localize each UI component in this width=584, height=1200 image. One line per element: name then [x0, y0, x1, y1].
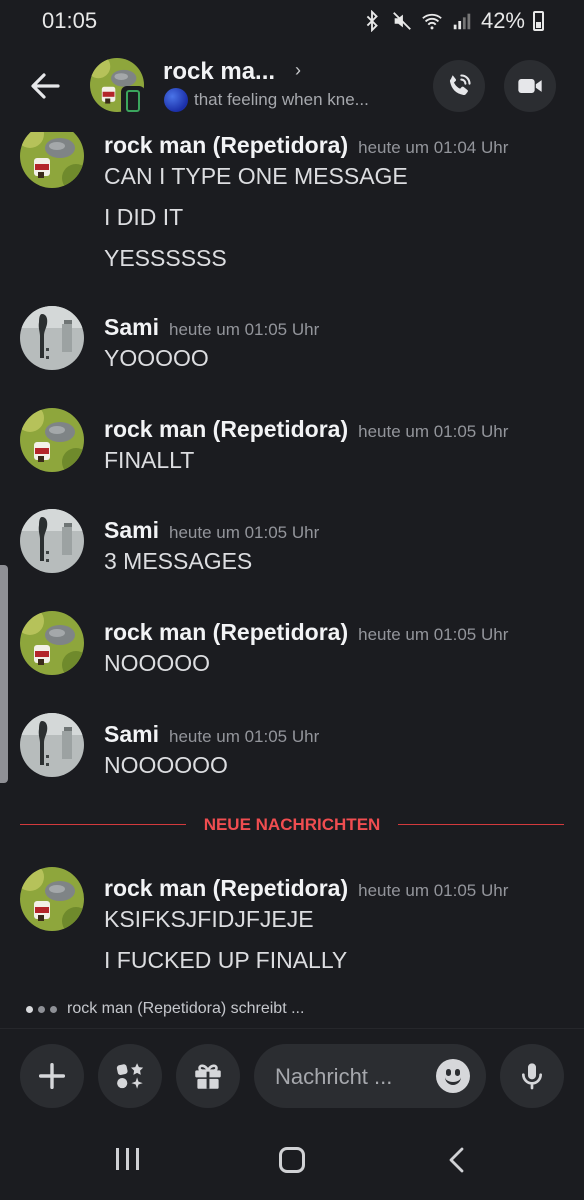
message-text: 3 MESSAGES — [104, 548, 253, 574]
attach-button[interactable] — [20, 1044, 84, 1108]
rock-avatar-image — [20, 132, 84, 188]
message-text: KSIFKSJFIDJFJEJE — [104, 906, 314, 932]
message-timestamp: heute um 01:05 Uhr — [358, 625, 509, 644]
custom-status: that feeling when kne... — [164, 88, 369, 112]
status-emoji-icon — [164, 88, 188, 112]
rock-avatar-image — [20, 611, 84, 675]
avatar[interactable] — [20, 713, 84, 777]
author-name[interactable]: Sami — [104, 314, 159, 340]
message-text: YOOOOO — [104, 345, 209, 371]
message-text: I DID IT — [104, 204, 184, 230]
status-icons: 42% — [361, 8, 544, 34]
video-icon — [518, 79, 542, 93]
author-name[interactable]: rock man (Repetidora) — [104, 416, 348, 442]
new-messages-divider: NEUE NACHRICHTEN — [20, 815, 564, 835]
message-text: CAN I TYPE ONE MESSAGE — [104, 163, 408, 189]
plus-icon — [38, 1062, 66, 1090]
system-nav-bar — [0, 1128, 584, 1200]
avatar[interactable] — [20, 611, 84, 675]
message-author[interactable]: Sami heute um 01:05 Uhr — [104, 721, 319, 748]
message-text: FINALLT — [104, 447, 195, 473]
bluetooth-icon — [366, 10, 378, 32]
rock-avatar-image — [20, 867, 84, 931]
message-text: NOOOOO — [104, 650, 211, 676]
message-author[interactable]: Sami heute um 01:05 Uhr — [104, 517, 319, 544]
rock-avatar-image — [20, 408, 84, 472]
message-list[interactable]: rock man (Repetidora) heute um 01:04 Uhr … — [0, 132, 584, 1027]
message-text: NOOOOOO — [104, 752, 228, 778]
channel-header: rock ma... › that feeling when kne... — [0, 42, 584, 132]
typing-indicator: rock man (Repetidora) schreibt ... — [26, 1000, 304, 1018]
message-author[interactable]: rock man (Repetidora) heute um 01:04 Uhr — [104, 132, 508, 159]
home-icon[interactable] — [279, 1147, 305, 1173]
message-timestamp: heute um 01:05 Uhr — [168, 523, 320, 542]
avatar[interactable] — [20, 132, 84, 188]
signal-icon — [453, 13, 471, 30]
sami-avatar-image — [20, 306, 84, 370]
author-name[interactable]: Sami — [104, 517, 159, 543]
video-call-button[interactable] — [504, 60, 556, 112]
battery-icon — [533, 11, 544, 31]
emoji-icon — [445, 1077, 461, 1085]
composer-separator — [0, 1028, 584, 1029]
avatar[interactable] — [20, 509, 84, 573]
wifi-icon — [422, 13, 442, 30]
new-messages-label: NEUE NACHRICHTEN — [203, 815, 381, 834]
avatar[interactable] — [20, 306, 84, 370]
message-input-placeholder: Nachricht ... — [275, 1064, 393, 1089]
chevron-right-icon[interactable]: › — [295, 60, 301, 81]
back-arrow-icon — [31, 73, 60, 99]
voice-call-button[interactable] — [433, 60, 485, 112]
emoji-button[interactable] — [436, 1059, 470, 1093]
divider-line-right — [398, 824, 564, 825]
message-timestamp: heute um 01:05 Uhr — [168, 727, 320, 746]
gift-button[interactable] — [176, 1044, 240, 1108]
phone-icon — [449, 74, 471, 96]
typing-dots-icon — [26, 1005, 57, 1013]
dm-title[interactable]: rock ma... — [163, 58, 275, 86]
message-author[interactable]: rock man (Repetidora) heute um 01:05 Uhr — [104, 875, 508, 902]
author-name[interactable]: Sami — [104, 721, 159, 747]
status-bar: 01:05 42% — [0, 0, 584, 42]
scroll-handle[interactable] — [0, 565, 8, 783]
mobile-phone-icon — [126, 90, 140, 112]
message-author[interactable]: rock man (Repetidora) heute um 01:05 Uhr — [104, 416, 508, 443]
message-author[interactable]: rock man (Repetidora) heute um 01:05 Uhr — [104, 619, 508, 646]
recent-apps-icon[interactable] — [116, 1148, 139, 1170]
message-author[interactable]: Sami heute um 01:05 Uhr — [104, 314, 319, 341]
message-timestamp: heute um 01:04 Uhr — [358, 138, 509, 157]
nav-back-icon[interactable] — [446, 1146, 468, 1174]
apps-icon — [116, 1063, 144, 1089]
message-timestamp: heute um 01:05 Uhr — [168, 320, 320, 339]
author-name[interactable]: rock man (Repetidora) — [104, 132, 348, 158]
author-name[interactable]: rock man (Repetidora) — [104, 619, 348, 645]
message-timestamp: heute um 01:05 Uhr — [358, 422, 509, 441]
custom-status-text: that feeling when kne... — [194, 90, 369, 109]
avatar[interactable] — [20, 408, 84, 472]
voice-message-button[interactable] — [500, 1044, 564, 1108]
avatar[interactable] — [20, 867, 84, 931]
sami-avatar-image — [20, 713, 84, 777]
apps-button[interactable] — [98, 1044, 162, 1108]
clock: 01:05 — [42, 8, 98, 33]
gift-icon — [195, 1064, 221, 1089]
battery-percent: 42% — [480, 8, 525, 33]
mute-icon — [393, 12, 411, 30]
message-text: I FUCKED UP FINALLY — [104, 947, 348, 973]
typing-text: rock man (Repetidora) schreibt ... — [67, 1000, 305, 1017]
message-input[interactable]: Nachricht ... — [254, 1044, 486, 1108]
back-button[interactable] — [26, 66, 66, 106]
sami-avatar-image — [20, 509, 84, 573]
microphone-icon — [522, 1063, 542, 1090]
mobile-status-badge — [121, 86, 145, 116]
message-timestamp: heute um 01:05 Uhr — [358, 881, 509, 900]
author-name[interactable]: rock man (Repetidora) — [104, 875, 348, 901]
message-text: YESSSSSS — [104, 245, 227, 271]
